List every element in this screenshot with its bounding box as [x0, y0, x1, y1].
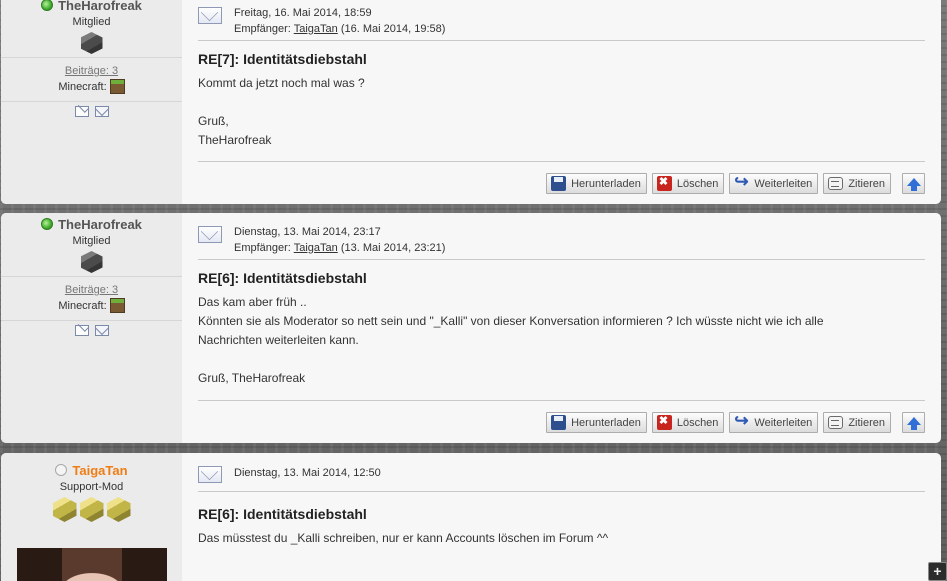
message-date: Dienstag, 13. Mai 2014, 12:50 [234, 467, 381, 479]
email-icon[interactable] [94, 325, 109, 336]
message-title: RE[7]: Identitätsdiebstahl [198, 51, 367, 67]
author-name[interactable]: TaigaTan [72, 463, 127, 478]
online-status-icon [41, 0, 54, 11]
message-body: Das müsstest du _Kalli schreiben, nur er… [198, 531, 609, 545]
message-content: Freitag, 16. Mai 2014, 18:59 Empfänger: … [182, 0, 941, 204]
envelope-icon [198, 3, 222, 24]
envelope-icon [198, 222, 222, 243]
message-recipient: Empfänger: TaigaTan (13. Mai 2014, 23:21… [234, 242, 446, 254]
avatar[interactable] [16, 548, 167, 581]
author-sidebar: TheHarofreak Mitglied Beiträge: 3 Minecr… [1, 0, 182, 204]
author-rank: Support-Mod [59, 481, 124, 493]
message-body: Das kam aber früh .. Könnten sie als Mod… [198, 295, 824, 385]
minecraft-label: Minecraft: [58, 80, 107, 93]
download-button[interactable]: Herunterladen [546, 173, 647, 194]
message-title: RE[6]: Identitätsdiebstahl [198, 270, 367, 286]
recipient-link[interactable]: TaigaTan [294, 242, 338, 254]
message-date: Dienstag, 13. Mai 2014, 23:17 [234, 226, 381, 238]
message-content: Dienstag, 13. Mai 2014, 12:50 RE[6]: Ide… [182, 453, 941, 581]
forward-button[interactable]: Weiterleiten [729, 411, 819, 433]
author-sidebar: TaigaTan Support-Mod [1, 453, 182, 581]
quote-button[interactable]: Zitieren [823, 412, 891, 433]
message-date: Freitag, 16. Mai 2014, 18:59 [234, 7, 372, 19]
scroll-top-button[interactable] [902, 173, 925, 194]
message-recipient: Empfänger: TaigaTan (16. Mai 2014, 19:58… [234, 23, 446, 35]
envelope-icon [198, 462, 222, 483]
arrow-up-icon [906, 416, 921, 430]
delete-button[interactable]: Löschen [651, 173, 725, 194]
private-message-icon[interactable] [74, 106, 89, 117]
author-posts-link[interactable]: Beiträge: 3 [1, 65, 182, 77]
delete-x-icon [656, 175, 672, 191]
rank-stone-icon [80, 251, 103, 273]
message-post: TheHarofreak Mitglied Beiträge: 3 Minecr… [1, 0, 941, 204]
rank-gold-icon [52, 497, 77, 522]
rank-gold-icon [79, 497, 104, 522]
quote-button[interactable]: Zitieren [823, 173, 891, 194]
author-sidebar: TheHarofreak Mitglied Beiträge: 3 Minecr… [1, 213, 182, 443]
forward-arrow-icon [734, 411, 749, 431]
floppy-disk-icon [551, 415, 567, 430]
author-name[interactable]: TheHarofreak [58, 217, 142, 232]
arrow-up-icon [906, 177, 921, 191]
message-content: Dienstag, 13. Mai 2014, 23:17 Empfänger:… [182, 213, 941, 443]
delete-button[interactable]: Löschen [651, 412, 725, 433]
author-rank: Mitglied [72, 235, 111, 247]
message-actions: Herunterladen Löschen Weiterleiten Zitie… [198, 161, 925, 194]
online-status-icon [41, 218, 54, 230]
rank-gold-icon [106, 497, 131, 522]
expand-button[interactable]: + [928, 562, 947, 581]
message-post: TaigaTan Support-Mod Dienstag, 13. Mai 2… [1, 453, 941, 581]
message-body: Kommt da jetzt noch mal was ? Gruß, TheH… [198, 76, 365, 147]
offline-status-icon [55, 464, 68, 476]
message-title: RE[6]: Identitätsdiebstahl [198, 506, 367, 522]
quote-bubble-icon [828, 177, 844, 190]
minecraft-label: Minecraft: [58, 299, 107, 312]
forward-button[interactable]: Weiterleiten [729, 172, 819, 194]
forward-arrow-icon [734, 172, 749, 192]
quote-bubble-icon [828, 416, 844, 429]
recipient-link[interactable]: TaigaTan [294, 23, 338, 35]
message-actions: Herunterladen Löschen Weiterleiten Zitie… [198, 400, 925, 433]
scroll-top-button[interactable] [902, 412, 925, 433]
delete-x-icon [656, 414, 672, 430]
floppy-disk-icon [551, 176, 567, 191]
author-rank: Mitglied [72, 16, 111, 28]
download-button[interactable]: Herunterladen [546, 412, 647, 433]
private-message-icon[interactable] [74, 325, 89, 336]
email-icon[interactable] [94, 106, 109, 117]
minecraft-grass-icon [109, 298, 125, 313]
minecraft-grass-icon [109, 79, 125, 94]
author-posts-link[interactable]: Beiträge: 3 [1, 284, 182, 296]
rank-stone-icon [80, 32, 103, 54]
author-name[interactable]: TheHarofreak [58, 0, 142, 13]
message-post: TheHarofreak Mitglied Beiträge: 3 Minecr… [1, 213, 941, 443]
